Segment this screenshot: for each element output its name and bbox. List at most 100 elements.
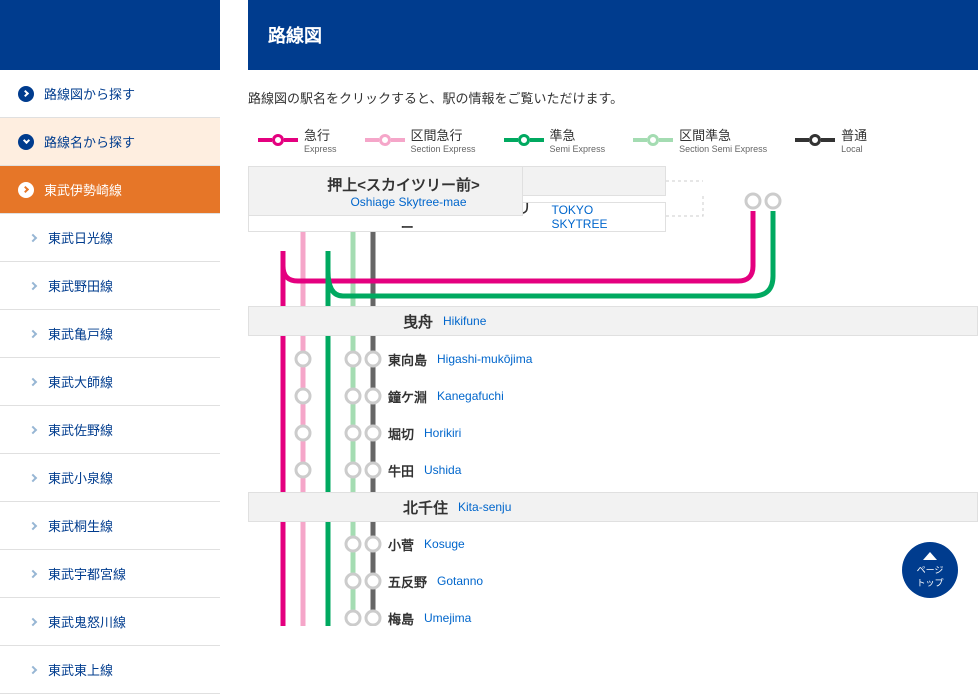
sidebar-item-label: 東武宇都宮線: [48, 564, 126, 583]
sidebar-item-label: 東武鬼怒川線: [48, 612, 126, 631]
station-name-en: Horikiri: [424, 426, 461, 440]
sidebar-item-kiryu[interactable]: 東武桐生線: [0, 502, 220, 549]
station-name-en: Hikifune: [443, 314, 486, 328]
sidebar-nav: 路線図から探す 路線名から探す 東武伊勢崎線 東武日光線 東武野田線 東武亀戸線…: [0, 70, 220, 694]
page-title: 路線図: [248, 0, 978, 70]
station-name-jp: 北千住: [403, 497, 448, 518]
station-umejima[interactable]: 梅島Umejima: [388, 608, 471, 628]
sidebar-item-route-name[interactable]: 路線名から探す: [0, 118, 220, 165]
station-name-en: Gotanno: [437, 574, 483, 588]
station-horikiri[interactable]: 堀切Horikiri: [388, 423, 461, 443]
sidebar-item-noda[interactable]: 東武野田線: [0, 262, 220, 309]
page-top-label: トップ: [916, 576, 943, 589]
station-kita-senju[interactable]: 北千住 Kita-senju: [248, 492, 978, 522]
legend-sublabel: Local: [841, 144, 867, 154]
station-name-jp: 鐘ケ淵: [388, 387, 427, 406]
legend-line-icon: [504, 134, 544, 146]
sidebar-item-kameido[interactable]: 東武亀戸線: [0, 310, 220, 357]
station-name-en: TOKYO SKYTREE: [551, 203, 651, 231]
sidebar-item-label: 東武小泉線: [48, 468, 113, 487]
legend-sublabel: Section Express: [411, 144, 476, 154]
legend-label: 普通: [841, 125, 867, 144]
legend-local: 普通Local: [795, 125, 867, 154]
circle-chevron-down-icon: [18, 134, 34, 150]
station-name-en: Oshiage Skytree-mae: [350, 195, 466, 209]
sidebar-item-label: 東武野田線: [48, 276, 113, 295]
sidebar-item-nikko[interactable]: 東武日光線: [0, 214, 220, 261]
sidebar-item-sano[interactable]: 東武佐野線: [0, 406, 220, 453]
station-name-en: Kanegafuchi: [437, 389, 504, 403]
station-kanegafuchi[interactable]: 鐘ケ淵 Kanegafuchi: [388, 386, 504, 406]
legend-semi-express: 準急Semi Express: [504, 125, 606, 154]
sidebar-item-label: 路線図から探す: [44, 84, 135, 103]
sidebar-item-label: 路線名から探す: [44, 132, 135, 151]
station-kosuge[interactable]: 小菅 Kosuge: [388, 534, 465, 554]
chevron-right-icon: [29, 329, 37, 337]
chevron-right-icon: [29, 233, 37, 241]
sidebar-item-isesaki[interactable]: 東武伊勢崎線: [0, 166, 220, 213]
legend-express: 急行Express: [258, 125, 337, 154]
legend: 急行Express 区間急行Section Express 準急Semi Exp…: [248, 125, 978, 166]
legend-sublabel: Express: [304, 144, 337, 154]
station-name-en: Umejima: [424, 611, 471, 625]
chevron-right-icon: [29, 377, 37, 385]
station-name-jp: 五反野: [388, 572, 427, 591]
legend-sublabel: Section Semi Express: [679, 144, 767, 154]
station-name-jp: 牛田: [388, 461, 414, 480]
sidebar-item-label: 東武日光線: [48, 228, 113, 247]
station-name-en: Higashi-mukōjima: [437, 352, 532, 366]
legend-line-icon: [258, 134, 298, 146]
route-lines: [248, 166, 978, 626]
legend-sublabel: Semi Express: [550, 144, 606, 154]
page-top-label: ページ: [917, 563, 944, 576]
legend-section-semi-express: 区間準急Section Semi Express: [633, 125, 767, 154]
legend-label: 区間準急: [679, 125, 767, 144]
chevron-right-icon: [29, 617, 37, 625]
legend-line-icon: [795, 134, 835, 146]
sidebar-item-label: 東武亀戸線: [48, 324, 113, 343]
circle-chevron-icon: [18, 86, 34, 102]
chevron-right-icon: [29, 281, 37, 289]
triangle-up-icon: [923, 552, 937, 560]
sidebar-item-tojo[interactable]: 東武東上線: [0, 646, 220, 693]
sidebar-item-label: 東武大師線: [48, 372, 113, 391]
legend-line-icon: [633, 134, 673, 146]
station-name-en: Kosuge: [424, 537, 465, 551]
station-name-jp: 小菅: [388, 535, 414, 554]
sidebar-header: [0, 0, 220, 70]
station-higashi-mukojima[interactable]: 東向島 Higashi-mukōjima: [388, 349, 532, 369]
station-hikifune[interactable]: 曳舟 Hikifune: [248, 306, 978, 336]
sidebar-item-label: 東武佐野線: [48, 420, 113, 439]
sidebar-item-label: 東武桐生線: [48, 516, 113, 535]
sidebar-item-utsunomiya[interactable]: 東武宇都宮線: [0, 550, 220, 597]
chevron-right-icon: [29, 473, 37, 481]
description: 路線図の駅名をクリックすると、駅の情報をご覧いただけます。: [248, 88, 978, 107]
sidebar: 路線図から探す 路線名から探す 東武伊勢崎線 東武日光線 東武野田線 東武亀戸線…: [0, 0, 220, 694]
station-name-jp: 東向島: [388, 350, 427, 369]
page-top-button[interactable]: ページ トップ: [902, 542, 958, 598]
station-name-jp: 曳舟: [403, 311, 433, 332]
station-ushida[interactable]: 牛田 Ushida: [388, 460, 461, 480]
main-content: 路線図 路線図の駅名をクリックすると、駅の情報をご覧いただけます。 急行Expr…: [220, 0, 978, 694]
station-gotanno[interactable]: 五反野 Gotanno: [388, 571, 483, 591]
sidebar-item-daishi[interactable]: 東武大師線: [0, 358, 220, 405]
circle-chevron-icon: [18, 182, 34, 198]
station-name-en: Ushida: [424, 463, 461, 477]
route-diagram: 浅草Asakusa とうきょうスカイツリーTOKYO SKYTREE 押上<スカ…: [248, 166, 978, 626]
legend-line-icon: [365, 134, 405, 146]
chevron-right-icon: [29, 569, 37, 577]
sidebar-item-route-map[interactable]: 路線図から探す: [0, 70, 220, 117]
legend-label: 急行: [304, 125, 337, 144]
sidebar-item-koizumi[interactable]: 東武小泉線: [0, 454, 220, 501]
sidebar-item-label: 東武東上線: [48, 660, 113, 679]
station-oshiage[interactable]: 押上<スカイツリー前>Oshiage Skytree-mae: [248, 166, 523, 216]
legend-label: 区間急行: [411, 125, 476, 144]
sidebar-item-label: 東武伊勢崎線: [44, 180, 122, 199]
chevron-right-icon: [29, 521, 37, 529]
legend-section-express: 区間急行Section Express: [365, 125, 476, 154]
chevron-right-icon: [29, 665, 37, 673]
station-name-en: Kita-senju: [458, 500, 511, 514]
station-name-jp: 押上<スカイツリー前>: [327, 174, 480, 195]
chevron-right-icon: [29, 425, 37, 433]
legend-label: 準急: [550, 125, 606, 144]
